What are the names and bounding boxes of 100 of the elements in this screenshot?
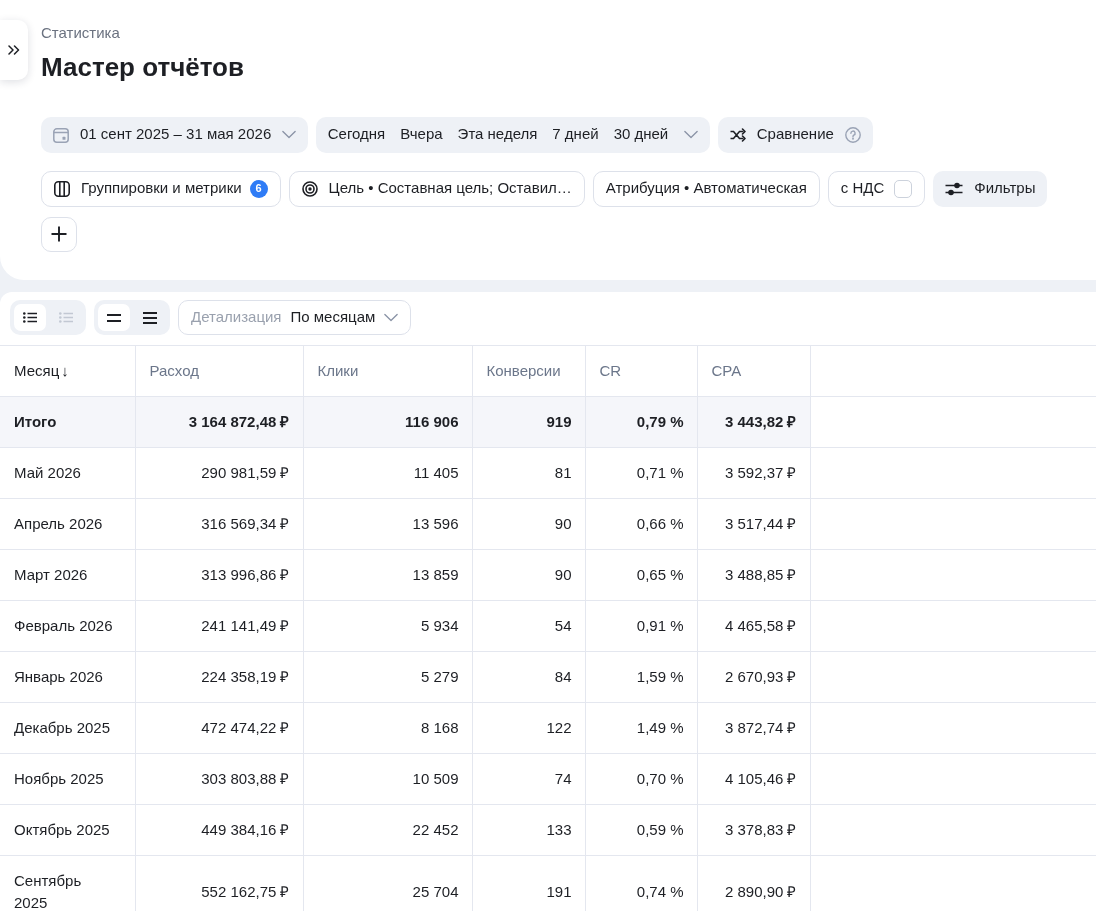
table-cell: Декабрь 2025 [0,702,135,754]
double-chevron-icon [8,45,20,55]
table-cell: 4 465,58 ₽ [697,600,810,652]
table-cell: 191 [472,855,585,911]
calendar-icon [53,126,69,143]
table-cell: 3 378,83 ₽ [697,804,810,856]
table-cell: 0,71 % [585,447,697,499]
table-cell: 116 906 [303,396,472,448]
column-header[interactable]: CPA [697,345,810,397]
add-button[interactable] [41,216,77,252]
comparison-button[interactable]: Сравнение [717,116,873,153]
table-cell: 552 162,75 ₽ [135,855,303,911]
table-cell: 449 384,16 ₽ [135,804,303,856]
table-cell: 1,49 % [585,702,697,754]
goal-button[interactable]: Цель • Составная цель; Оставил… [288,170,585,207]
sidebar-toggle-button[interactable] [0,20,28,80]
columns-icon [54,180,70,197]
table-cell: 1,59 % [585,651,697,703]
target-icon [301,180,318,197]
table-cell: 90 [472,498,585,550]
column-header[interactable]: Месяц↓ [0,345,135,397]
groupings-metrics-button[interactable]: Группировки и метрики 6 [41,170,281,207]
table-cell: 0,66 % [585,498,697,550]
date-range-button[interactable]: 01 сент 2025 – 31 мая 2026 [41,116,309,153]
chevron-down-icon [683,130,698,139]
table-cell: 74 [472,753,585,805]
table-cell: Февраль 2026 [0,600,135,652]
breadcrumb-link[interactable]: Статистика [41,22,120,44]
table-cell: 3 517,44 ₽ [697,498,810,550]
table-cell: 11 405 [303,447,472,499]
table-cell: Апрель 2026 [0,498,135,550]
table-cell: 81 [472,447,585,499]
attribution-button[interactable]: Атрибуция • Автоматическая [592,170,820,207]
table-cell: Сентябрь 2025 [0,855,135,911]
table-cell: 919 [472,396,585,448]
table-cell: 22 452 [303,804,472,856]
table-cell: 0,79 % [585,396,697,448]
table-cell: 290 981,59 ₽ [135,447,303,499]
table-cell: 0,65 % [585,549,697,601]
table-cell: 3 164 872,48 ₽ [135,396,303,448]
three-lines-icon [143,311,157,324]
table-cell: 3 872,74 ₽ [697,702,810,754]
chevron-down-icon [282,130,297,139]
period-preset-button[interactable]: Эта неделя [450,116,545,153]
table-cell: 13 859 [303,549,472,601]
chevron-down-icon [384,313,399,322]
filters-button[interactable]: Фильтры [933,170,1048,207]
table-cell: 5 934 [303,600,472,652]
vat-toggle-button[interactable]: с НДС [827,170,926,207]
table-cell: Итого [0,396,135,448]
table-cell: 133 [472,804,585,856]
column-header[interactable]: Конверсии [472,345,585,397]
table-cell: 303 803,88 ₽ [135,753,303,805]
list-icon [59,312,73,323]
detail-dropdown[interactable]: Детализация По месяцам [178,300,412,335]
shuffle-icon [729,127,746,142]
count-badge: 6 [249,179,268,198]
checkbox[interactable] [894,179,913,198]
page-title: Мастер отчётов [41,50,244,84]
table-cell: 25 704 [303,855,472,911]
table-cell: 472 474,22 ₽ [135,702,303,754]
table-cell: 0,74 % [585,855,697,911]
table-cell: 224 358,19 ₽ [135,651,303,703]
plus-icon [51,226,67,242]
table-cell: 54 [472,600,585,652]
table-cell: 90 [472,549,585,601]
row-density-button[interactable] [98,304,130,331]
table-cell: 122 [472,702,585,754]
table-cell: 241 141,49 ₽ [135,600,303,652]
sliders-icon [945,181,964,196]
list-icon [23,312,37,323]
column-header[interactable]: Расход [135,345,303,397]
help-icon [844,126,861,143]
table-cell: Январь 2026 [0,651,135,703]
table-cell: 13 596 [303,498,472,550]
table-cell: 3 488,85 ₽ [697,549,810,601]
view-mode-button[interactable] [14,304,46,331]
period-preset-button[interactable]: 7 дней [544,116,607,153]
table-cell: 3 592,37 ₽ [697,447,810,499]
table-cell: 5 279 [303,651,472,703]
period-preset-button[interactable]: 30 дней [606,116,676,153]
period-preset-button[interactable]: Сегодня [320,116,393,153]
table-cell: 10 509 [303,753,472,805]
table-cell: 0,59 % [585,804,697,856]
table-cell: Март 2026 [0,549,135,601]
table-cell: Ноябрь 2025 [0,753,135,805]
column-header[interactable]: CR [585,345,697,397]
table-cell: 3 443,82 ₽ [697,396,810,448]
table-cell: 8 168 [303,702,472,754]
table-cell: Май 2026 [0,447,135,499]
table-cell: 2 670,93 ₽ [697,651,810,703]
period-preset-button[interactable]: Вчера [392,116,451,153]
table-cell: 313 996,86 ₽ [135,549,303,601]
column-header[interactable]: Клики [303,345,472,397]
two-lines-icon [107,313,121,322]
table-cell: 2 890,90 ₽ [697,855,810,911]
table-cell: 84 [472,651,585,703]
table-cell: 316 569,34 ₽ [135,498,303,550]
table-cell: 4 105,46 ₽ [697,753,810,805]
table-cell: 0,91 % [585,600,697,652]
